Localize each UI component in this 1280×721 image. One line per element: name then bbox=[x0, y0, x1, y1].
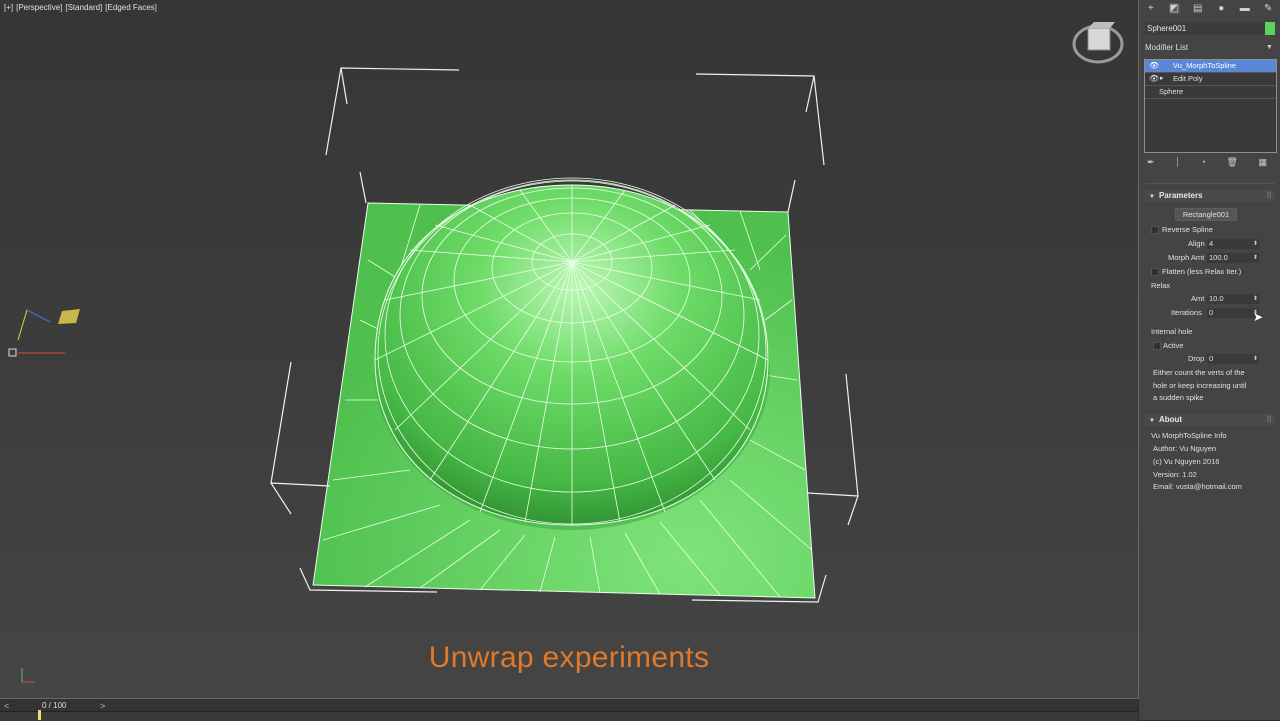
reverse-spline-checkbox[interactable] bbox=[1151, 226, 1159, 234]
scene-render bbox=[8, 22, 1124, 683]
morph-amt-spinner[interactable]: 100.0 ⬍ bbox=[1207, 253, 1259, 263]
stack-toolbar: ✒ ⏐ ◔ 🗑 ▦ bbox=[1147, 157, 1267, 169]
about-rollout-header[interactable]: ▼ About ⠿ bbox=[1145, 414, 1275, 426]
show-end-result-icon[interactable]: ⏐ bbox=[1175, 157, 1180, 169]
spinner-arrows-icon[interactable]: ⬍ bbox=[1253, 294, 1258, 304]
spinner-arrows-icon[interactable]: ⬍ bbox=[1253, 354, 1258, 364]
stack-item-edit-poly[interactable]: 👁 ▸ Edit Poly bbox=[1145, 73, 1276, 86]
help-note-line: a sudden spike bbox=[1153, 393, 1204, 402]
rollout-dot-icon: ⠿ bbox=[1266, 191, 1272, 200]
make-unique-icon[interactable]: ◔ bbox=[1201, 157, 1206, 169]
relax-amt-value: 10.0 bbox=[1209, 294, 1224, 303]
drop-value: 0 bbox=[1209, 354, 1214, 363]
internal-hole-group-title: Internal hole bbox=[1151, 327, 1193, 336]
stack-item-vu-morphtospline[interactable]: 👁 Vu_MorphToSpline bbox=[1145, 60, 1276, 73]
active-label: Active bbox=[1163, 341, 1184, 350]
axis-gizmo bbox=[8, 309, 80, 683]
rollout-title: Parameters bbox=[1158, 191, 1203, 200]
spinner-arrows-icon[interactable]: ⬍ bbox=[1253, 253, 1258, 263]
reverse-spline-label: Reverse Spline bbox=[1162, 225, 1213, 234]
perspective-viewport[interactable]: [+] [Perspective] [Standard] [Edged Faces] bbox=[0, 0, 1139, 699]
timeline-next-button[interactable]: > bbox=[100, 701, 105, 711]
display-tab-icon[interactable]: ▬ bbox=[1239, 3, 1250, 14]
iterations-spinner[interactable]: 0 ⬍ bbox=[1207, 308, 1259, 318]
timeline-knob[interactable] bbox=[38, 710, 41, 720]
drop-spinner[interactable]: 0 ⬍ bbox=[1207, 354, 1259, 364]
stack-item-sphere[interactable]: Sphere bbox=[1145, 86, 1276, 99]
object-name-field[interactable]: Sphere001 bbox=[1145, 22, 1265, 35]
about-version: Version: 1.02 bbox=[1153, 470, 1197, 479]
align-label: Align bbox=[1188, 239, 1205, 248]
modify-tab-icon[interactable]: ◩ bbox=[1168, 3, 1180, 14]
modifier-list-dropdown[interactable]: Modifier List bbox=[1145, 43, 1188, 52]
morph-amt-value: 100.0 bbox=[1209, 253, 1228, 262]
remove-modifier-icon[interactable]: 🗑 bbox=[1227, 157, 1238, 169]
about-email: Email: vusta@hotmail.com bbox=[1153, 482, 1242, 491]
relax-amt-spinner[interactable]: 10.0 ⬍ bbox=[1207, 294, 1259, 304]
collapse-triangle-icon: ▼ bbox=[1149, 418, 1155, 424]
object-color-swatch[interactable] bbox=[1265, 22, 1275, 35]
video-caption: Unwrap experiments bbox=[428, 641, 710, 674]
hierarchy-tab-icon[interactable]: ▤ bbox=[1192, 3, 1203, 14]
command-panel: + ◩ ▤ ● ▬ ✎ Sphere001 Modifier List ▼ 👁 … bbox=[1139, 0, 1280, 720]
about-info-title: Vu MorphToSpline Info bbox=[1151, 431, 1227, 440]
flatten-label: Flatten (less Relax Iter.) bbox=[1162, 267, 1242, 276]
morph-amt-label: Morph Amt bbox=[1168, 253, 1205, 262]
eye-icon[interactable]: 👁 bbox=[1149, 60, 1159, 72]
expand-triangle-icon[interactable]: ▸ bbox=[1160, 73, 1164, 85]
active-checkbox[interactable] bbox=[1153, 342, 1161, 350]
motion-tab-icon[interactable]: ● bbox=[1216, 3, 1227, 14]
timeline-prev-button[interactable]: < bbox=[4, 701, 9, 711]
modifier-stack[interactable]: 👁 Vu_MorphToSpline 👁 ▸ Edit Poly Sphere bbox=[1144, 59, 1277, 153]
flatten-checkbox[interactable] bbox=[1151, 268, 1159, 276]
align-value: 4 bbox=[1209, 239, 1214, 248]
iterations-value: 0 bbox=[1209, 308, 1214, 317]
about-author: Author: Vu Nguyen bbox=[1153, 444, 1217, 453]
mouse-cursor-icon: ➤ bbox=[1253, 310, 1264, 324]
relax-group-title: Relax bbox=[1151, 281, 1171, 290]
parameters-rollout-header[interactable]: ▼ Parameters ⠿ bbox=[1145, 190, 1275, 202]
collapse-triangle-icon: ▼ bbox=[1149, 194, 1155, 200]
create-tab-icon[interactable]: + bbox=[1145, 3, 1156, 14]
frame-counter: 0 / 100 bbox=[42, 701, 67, 710]
help-note: Either count the verts of the hole or ke… bbox=[1153, 367, 1268, 405]
time-slider[interactable]: < 0 / 100 > bbox=[0, 699, 1138, 721]
help-note-line: Either count the verts of the bbox=[1153, 368, 1245, 377]
configure-sets-icon[interactable]: ▦ bbox=[1258, 157, 1267, 169]
relax-amt-label: Amt bbox=[1191, 294, 1205, 303]
drop-label: Drop bbox=[1188, 354, 1205, 363]
align-spinner[interactable]: 4 ⬍ bbox=[1207, 239, 1259, 249]
iterations-label: Iterations bbox=[1171, 308, 1202, 317]
chevron-down-icon[interactable]: ▼ bbox=[1266, 44, 1273, 51]
viewcube-icon bbox=[1072, 22, 1124, 64]
eye-icon[interactable]: 👁 bbox=[1149, 73, 1159, 85]
utilities-tab-icon[interactable]: ✎ bbox=[1263, 3, 1274, 14]
spinner-arrows-icon[interactable]: ⬍ bbox=[1253, 239, 1258, 249]
command-panel-tabs: + ◩ ▤ ● ▬ ✎ bbox=[1139, 0, 1280, 17]
pick-spline-button[interactable]: Rectangle001 bbox=[1175, 208, 1237, 221]
pin-stack-icon[interactable]: ✒ bbox=[1147, 157, 1155, 169]
divider bbox=[1145, 183, 1275, 184]
rollout-dot-icon: ⠿ bbox=[1266, 415, 1272, 424]
rollout-title: About bbox=[1158, 415, 1183, 424]
about-copyright: (c) Vu Nguyen 2016 bbox=[1153, 457, 1220, 466]
help-note-line: hole or keep increasing until bbox=[1153, 380, 1247, 390]
